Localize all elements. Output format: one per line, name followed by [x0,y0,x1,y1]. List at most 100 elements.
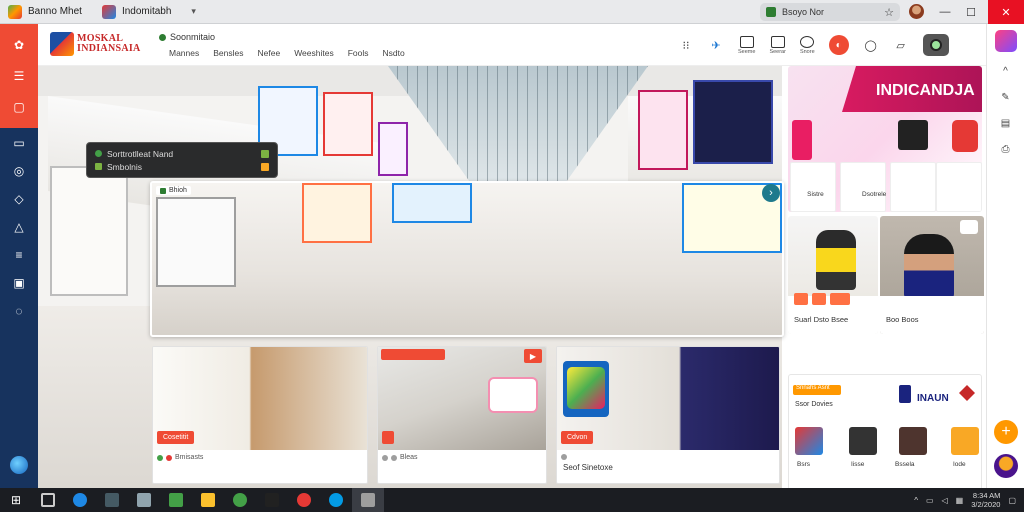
globe-icon[interactable] [10,456,28,474]
tile-badge-text: Cosetitit [163,434,189,441]
app-tab[interactable]: Banno Mhet Indomitabh ▾ [0,0,196,24]
person-card[interactable]: Boo Boos [880,216,984,334]
taskbar-app[interactable] [32,488,64,512]
document-icon[interactable]: ▤ [999,116,1013,130]
ad-card[interactable] [936,162,982,212]
start-button[interactable]: ⊞ [0,488,32,512]
bookmark-icon[interactable] [261,162,269,171]
keyboard-icon[interactable]: ▦ [956,496,964,505]
app-launcher-icon[interactable] [994,30,1017,52]
product-thumbnail[interactable] [795,427,823,455]
user-avatar[interactable] [994,454,1018,478]
list-icon[interactable]: ☰ [10,67,28,85]
taskbar-app[interactable] [192,488,224,512]
product-thumbnail[interactable] [951,427,979,455]
add-button[interactable]: + [994,420,1018,444]
status-dot-icon [95,150,102,157]
notification-icon[interactable]: ◐ [828,35,849,55]
storefront [302,183,372,243]
content-tile[interactable]: ▶ Bleas [377,346,547,484]
ad-card[interactable] [840,162,886,212]
folder-icon [201,493,215,507]
content-tile[interactable]: Cdvon Seof Sinetoxe [556,346,780,484]
ad-card[interactable] [890,162,936,212]
network-icon[interactable]: ▭ [926,496,934,505]
action-chip[interactable] [830,293,850,305]
tool-button[interactable]: Seerar [769,35,786,55]
message-icon[interactable]: ▱ [893,37,909,53]
maximize-button[interactable]: ☐ [956,0,986,24]
tile-meta-text: Bleas [400,454,418,461]
tile-badge: Cosetitit [157,431,195,444]
print-icon[interactable]: ⎙ [999,142,1013,156]
address-bar[interactable]: Bsoyo Nor ☆ [760,3,900,21]
chevron-up-icon[interactable]: ^ [914,496,918,505]
taskbar-app-active[interactable] [352,488,384,512]
camera-button[interactable] [922,34,949,56]
notification-center-icon[interactable]: ▢ [1008,496,1016,505]
layers-icon[interactable]: ≡ [10,246,28,264]
tool-button[interactable]: Snore [800,35,815,55]
edit-badge-icon[interactable] [960,220,978,234]
action-chip[interactable] [812,293,826,305]
share-icon[interactable]: ✈ [708,37,724,53]
clock-icon [800,35,815,48]
action-chip[interactable] [794,293,808,305]
monitor-icon[interactable]: ▣ [10,274,28,292]
close-button[interactable]: ✕ [988,0,1024,24]
status-dot-icon [382,454,388,461]
taskbar-app[interactable] [96,488,128,512]
person-card[interactable]: Suarl Dsto Bsee [788,216,878,334]
nav-item[interactable]: Mannes [169,48,199,58]
site-logo[interactable]: MOSKAL INDIANSAIA [50,32,141,56]
cloud-up-icon[interactable]: △ [10,218,28,236]
nav-item[interactable]: Nsdto [383,48,405,58]
content-tile[interactable]: Cosetitit Bmisasts [152,346,368,484]
chat-icon[interactable]: ◌ [10,302,28,320]
taskbar-app[interactable] [128,488,160,512]
refresh-icon[interactable] [261,149,269,158]
play-icon[interactable]: ▶ [524,349,542,363]
tag-icon[interactable]: ◇ [10,190,28,208]
bag-icon[interactable]: ▢ [10,98,28,116]
excel-icon [169,493,183,507]
taskbar-app[interactable] [256,488,288,512]
compass-icon[interactable]: ◎ [10,162,28,180]
nav-item[interactable]: Weeshites [294,48,334,58]
nav-item[interactable]: Fools [348,48,369,58]
tab-title[interactable]: Indomitabh [122,6,171,17]
logo-mark [50,32,74,56]
window-icon[interactable]: ▭ [10,134,28,152]
nav-item[interactable]: Nefee [258,48,281,58]
ad-product-image [792,120,812,160]
ad-card[interactable] [790,162,836,212]
feature-card[interactable]: Bhioh [150,181,784,337]
status-dot-icon [157,454,163,461]
taskbar-app[interactable] [160,488,192,512]
volume-icon[interactable]: ◁ [942,496,948,505]
taskbar-app[interactable] [224,488,256,512]
taskbar-app[interactable] [320,488,352,512]
carousel-next-button[interactable]: › [762,184,780,202]
tool-button[interactable]: Seeme [738,35,755,55]
right-content-column: INDICANDJA Sistre Dsotrele Suarl Dsto Bs… [786,66,984,490]
lock-icon [766,7,776,17]
product-thumbnail[interactable] [849,427,877,455]
nav-item[interactable]: Bensles [213,48,243,58]
puzzle-icon[interactable]: ✿ [10,36,28,54]
edit-icon[interactable]: ✎ [999,90,1013,104]
tag-icon [160,187,166,194]
bookmark-star-icon[interactable]: ☆ [884,6,894,19]
grid-icon[interactable]: ⁝⁝ [678,37,694,53]
product-thumbnail[interactable] [899,427,927,455]
profile-avatar[interactable] [909,4,924,19]
clock[interactable]: 8:34 AM 3/2/2020 [971,491,1000,509]
box-icon [739,35,754,48]
help-icon[interactable]: ◯ [863,37,879,53]
tab-dropdown-icon[interactable]: ▾ [191,6,196,17]
chevron-up-icon[interactable]: ^ [999,64,1013,78]
search-overlay[interactable]: Sorttrotlleat Nand Smbolnis [86,142,278,178]
taskbar-app[interactable] [288,488,320,512]
taskbar-app[interactable] [64,488,96,512]
status-dot-icon [159,33,166,41]
